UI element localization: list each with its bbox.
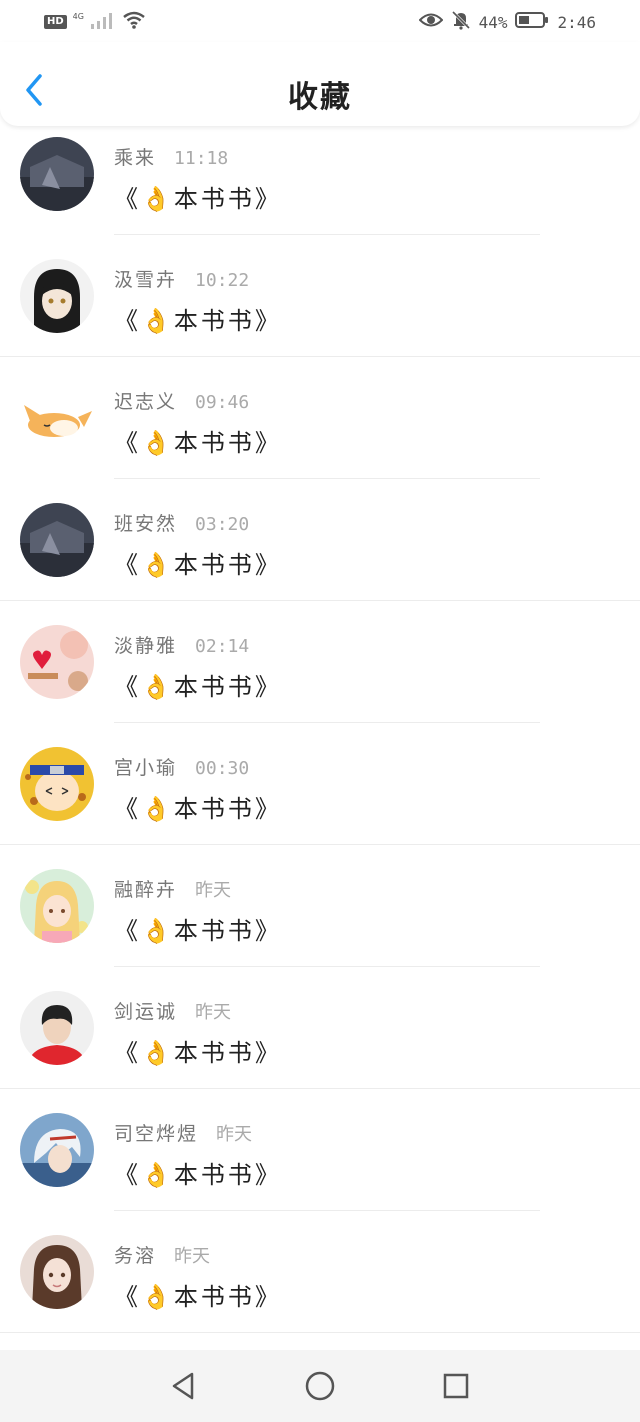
nav-recents-button[interactable] (438, 1368, 474, 1404)
favorite-item[interactable]: 班安然 03:20 《👌本书书》 (0, 479, 640, 601)
anime-boy-avatar[interactable] (20, 259, 94, 333)
sleeping-fox-avatar[interactable] (20, 381, 94, 455)
wifi-icon (122, 10, 146, 34)
favorite-content: 《👌本书书》 (114, 429, 282, 457)
sender-name: 汲雪卉 (114, 269, 178, 291)
favorite-meta: 务溶 昨天 (114, 1241, 210, 1268)
app-header: 收藏 (0, 42, 640, 126)
favorite-content: 《👌本书书》 (114, 307, 282, 335)
favorite-time: 昨天 (195, 880, 232, 901)
network-type: 4G (72, 12, 84, 21)
favorite-time: 11:18 (174, 148, 229, 169)
favorite-meta: 剑运诚 昨天 (114, 997, 231, 1024)
eye-icon (418, 11, 443, 33)
home-circle-icon (305, 1371, 335, 1401)
signal-icon (90, 11, 116, 33)
favorite-time: 09:46 (195, 392, 250, 413)
recents-square-icon (443, 1373, 469, 1399)
dark-scene-avatar[interactable] (20, 503, 94, 577)
favorite-time: 10:22 (195, 270, 250, 291)
sender-name: 迟志义 (114, 391, 178, 413)
sender-name: 淡静雅 (114, 635, 178, 657)
sender-name: 司空烨煜 (114, 1123, 199, 1145)
row-divider (0, 1332, 640, 1333)
sender-name: 务溶 (114, 1245, 157, 1267)
favorite-meta: 淡静雅 02:14 (114, 631, 249, 658)
sender-name: 班安然 (114, 513, 178, 535)
status-left: HD 4G (44, 10, 146, 34)
favorite-content: 《👌本书书》 (114, 1039, 282, 1067)
ninja-avatar[interactable] (20, 747, 94, 821)
status-right: 44% 2:46 (418, 10, 596, 34)
mute-bell-icon (451, 10, 471, 34)
favorite-content: 《👌本书书》 (114, 185, 282, 213)
favorite-time: 昨天 (195, 1002, 232, 1023)
status-bar: HD 4G 44% 2:46 (0, 0, 640, 42)
favorite-meta: 司空烨煜 昨天 (114, 1119, 252, 1146)
favorite-item[interactable]: 司空烨煜 昨天《👌本书书》 (0, 1089, 640, 1211)
favorite-item[interactable]: 淡静雅 02:14 《👌本书书》 (0, 601, 640, 723)
favorite-item[interactable]: 融醉卉 昨天《👌本书书》 (0, 845, 640, 967)
nav-back-button[interactable] (166, 1368, 202, 1404)
brown-hair-girl-avatar[interactable] (20, 1235, 94, 1309)
sender-name: 宫小瑜 (114, 757, 178, 779)
favorite-meta: 融醉卉 昨天 (114, 875, 231, 902)
hd-badge: HD (44, 15, 67, 29)
favorites-list: 乘来 11:18 《👌本书书》 汲雪卉 10:22 《👌本书书》 迟志义 09:46 《👌本书书… (0, 113, 640, 1333)
favorite-content: 《👌本书书》 (114, 1161, 282, 1189)
status-time: 2:46 (557, 12, 596, 32)
favorite-item[interactable]: 剑运诚 昨天《👌本书书》 (0, 967, 640, 1089)
favorite-time: 昨天 (216, 1124, 253, 1145)
favorite-item[interactable]: 乘来 11:18 《👌本书书》 (0, 113, 640, 235)
system-nav-bar (0, 1350, 640, 1422)
page-title: 收藏 (288, 80, 352, 115)
favorite-meta: 迟志义 09:46 (114, 387, 249, 414)
sender-name: 乘来 (114, 147, 157, 169)
favorite-meta: 班安然 03:20 (114, 509, 249, 536)
favorite-meta: 乘来 11:18 (114, 143, 228, 170)
blonde-girl-avatar[interactable] (20, 869, 94, 943)
dark-scene-avatar[interactable] (20, 137, 94, 211)
battery-percent: 44% (478, 12, 508, 32)
favorite-item[interactable]: 务溶 昨天《👌本书书》 (0, 1211, 640, 1333)
favorite-meta: 宫小瑜 00:30 (114, 753, 249, 780)
battery-icon (515, 11, 549, 33)
heart-avatar[interactable] (20, 625, 94, 699)
favorite-time: 昨天 (174, 1246, 211, 1267)
favorite-item[interactable]: 迟志义 09:46 《👌本书书》 (0, 357, 640, 479)
favorite-item[interactable]: 宫小瑜 00:30 《👌本书书》 (0, 723, 640, 845)
favorite-time: 00:30 (195, 758, 250, 779)
favorite-content: 《👌本书书》 (114, 551, 282, 579)
nav-home-button[interactable] (302, 1368, 338, 1404)
favorite-content: 《👌本书书》 (114, 917, 282, 945)
favorite-content: 《👌本书书》 (114, 673, 282, 701)
favorite-meta: 汲雪卉 10:22 (114, 265, 249, 292)
sender-name: 融醉卉 (114, 879, 178, 901)
red-shirt-boy-avatar[interactable] (20, 991, 94, 1065)
sender-name: 剑运诚 (114, 1001, 178, 1023)
white-hair-avatar[interactable] (20, 1113, 94, 1187)
favorite-time: 02:14 (195, 636, 250, 657)
favorite-content: 《👌本书书》 (114, 1283, 282, 1311)
back-triangle-icon (172, 1372, 194, 1400)
favorite-item[interactable]: 汲雪卉 10:22 《👌本书书》 (0, 235, 640, 357)
favorite-content: 《👌本书书》 (114, 795, 282, 823)
favorite-time: 03:20 (195, 514, 250, 535)
